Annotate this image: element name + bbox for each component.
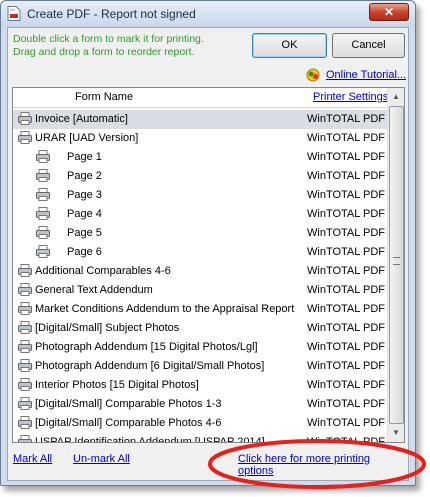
form-row[interactable]: Page 3 WinTOTAL PDF — [13, 186, 389, 205]
form-printer: WinTOTAL PDF — [307, 113, 386, 125]
printer-icon — [18, 359, 32, 372]
dialog-body: Double click a form to mark it for print… — [7, 27, 409, 481]
form-name: URAR [UAD Version] — [35, 132, 139, 144]
printer-icon — [18, 397, 32, 410]
instruction-line: Double click a form to mark it for print… — [13, 33, 204, 45]
form-name: Page 6 — [67, 246, 102, 258]
form-row[interactable]: Market Conditions Addendum to the Apprai… — [13, 300, 389, 319]
form-printer: WinTOTAL PDF — [307, 265, 386, 277]
form-row[interactable]: Photograph Addendum [15 Digital Photos/L… — [13, 338, 389, 357]
form-printer: WinTOTAL PDF — [307, 322, 386, 334]
form-printer: WinTOTAL PDF — [307, 189, 386, 201]
form-printer: WinTOTAL PDF — [307, 398, 386, 410]
printer-icon — [18, 131, 32, 144]
printer-icon — [36, 150, 50, 163]
form-row[interactable]: Additional Comparables 4-6 WinTOTAL PDF — [13, 262, 389, 281]
form-name: Page 1 — [67, 151, 102, 163]
form-printer: WinTOTAL PDF — [307, 227, 386, 239]
form-name: Market Conditions Addendum to the Apprai… — [35, 303, 295, 315]
form-name: Page 5 — [67, 227, 102, 239]
cancel-button[interactable]: Cancel — [332, 33, 405, 58]
grip-icon — [393, 257, 400, 265]
pdf-document-icon — [7, 6, 21, 21]
close-button[interactable]: ✕ — [369, 3, 409, 21]
printer-settings-link[interactable]: Printer Settings — [313, 91, 388, 103]
vertical-scrollbar[interactable]: ▲ ▼ — [387, 88, 404, 442]
form-printer: WinTOTAL PDF — [307, 170, 386, 182]
form-name: [Digital/Small] Comparable Photos 4-6 — [35, 417, 222, 429]
title-bar[interactable]: Create PDF - Report not signed ✕ — [1, 1, 415, 27]
printer-icon — [36, 188, 50, 201]
form-row[interactable]: General Text Addendum WinTOTAL PDF — [13, 281, 389, 300]
close-icon: ✕ — [383, 5, 395, 19]
printer-icon — [18, 112, 32, 125]
list-header: Form Name Printer Settings — [13, 88, 389, 108]
form-printer: WinTOTAL PDF — [307, 417, 386, 429]
instructions: Double click a form to mark it for print… — [13, 33, 204, 59]
form-row[interactable]: Page 2 WinTOTAL PDF — [13, 167, 389, 186]
form-row[interactable]: Page 6 WinTOTAL PDF — [13, 243, 389, 262]
form-name: [Digital/Small] Subject Photos — [35, 322, 180, 334]
form-printer: WinTOTAL PDF — [307, 341, 386, 353]
column-header-form-name[interactable]: Form Name — [75, 91, 133, 103]
form-name: Page 3 — [67, 189, 102, 201]
form-row[interactable]: Page 4 WinTOTAL PDF — [13, 205, 389, 224]
form-printer: WinTOTAL PDF — [307, 151, 386, 163]
form-printer: WinTOTAL PDF — [307, 303, 386, 315]
unmark-all-link[interactable]: Un-mark All — [73, 453, 130, 465]
tutorial-icon — [306, 68, 320, 82]
online-tutorial-link[interactable]: Online Tutorial... — [326, 69, 406, 81]
form-name: [Digital/Small] Comparable Photos 1-3 — [35, 398, 222, 410]
form-printer: WinTOTAL PDF — [307, 379, 386, 391]
window-title: Create PDF - Report not signed — [27, 7, 196, 21]
form-row[interactable]: [Digital/Small] Comparable Photos 4-6 Win… — [13, 414, 389, 433]
form-list[interactable]: Form Name Printer Settings Invoice [Auto… — [12, 87, 405, 443]
scroll-up-icon[interactable]: ▲ — [389, 89, 403, 105]
printer-icon — [36, 226, 50, 239]
form-printer: WinTOTAL PDF — [307, 132, 386, 144]
printer-icon — [18, 340, 32, 353]
printer-icon — [18, 302, 32, 315]
printer-icon — [18, 416, 32, 429]
mark-all-link[interactable]: Mark All — [13, 453, 52, 465]
form-row[interactable]: [Digital/Small] Subject Photos WinTOTAL P… — [13, 319, 389, 338]
printer-icon — [18, 264, 32, 277]
form-row[interactable]: Interior Photos [15 Digital Photos] WinTO… — [13, 376, 389, 395]
form-name: General Text Addendum — [35, 284, 153, 296]
printer-icon — [18, 378, 32, 391]
form-row[interactable]: Invoice [Automatic] WinTOTAL PDF — [13, 110, 389, 129]
form-name: Photograph Addendum [6 Digital/Small Pho… — [35, 360, 265, 372]
form-name: Interior Photos [15 Digital Photos] — [35, 379, 199, 391]
form-printer: WinTOTAL PDF — [307, 246, 386, 258]
highlight-ellipse — [208, 439, 426, 489]
printer-icon — [18, 321, 32, 334]
form-name: Page 4 — [67, 208, 102, 220]
printer-icon — [36, 207, 50, 220]
printer-icon — [18, 283, 32, 296]
form-row[interactable]: [Digital/Small] Comparable Photos 1-3 Win… — [13, 395, 389, 414]
form-row[interactable]: URAR [UAD Version] WinTOTAL PDF — [13, 129, 389, 148]
create-pdf-dialog: Create PDF - Report not signed ✕ Double … — [0, 0, 416, 486]
printer-icon — [36, 245, 50, 258]
form-printer: WinTOTAL PDF — [307, 360, 386, 372]
form-printer: WinTOTAL PDF — [307, 208, 386, 220]
form-name: Additional Comparables 4-6 — [35, 265, 171, 277]
printer-icon — [36, 169, 50, 182]
form-name: Invoice [Automatic] — [35, 113, 128, 125]
scrollbar-thumb[interactable] — [389, 106, 404, 424]
ok-button[interactable]: OK — [252, 33, 327, 58]
instruction-line: Drag and drop a form to reorder report. — [13, 46, 195, 58]
form-row[interactable]: Page 1 WinTOTAL PDF — [13, 148, 389, 167]
form-name: Photograph Addendum [15 Digital Photos/L… — [35, 341, 258, 353]
form-name: Page 2 — [67, 170, 102, 182]
form-rows: Invoice [Automatic] WinTOTAL PDF URAR [UAD… — [13, 110, 389, 442]
form-row[interactable]: Page 5 WinTOTAL PDF — [13, 224, 389, 243]
printer-icon — [18, 435, 32, 442]
form-printer: WinTOTAL PDF — [307, 284, 386, 296]
form-row[interactable]: Photograph Addendum [6 Digital/Small Pho… — [13, 357, 389, 376]
